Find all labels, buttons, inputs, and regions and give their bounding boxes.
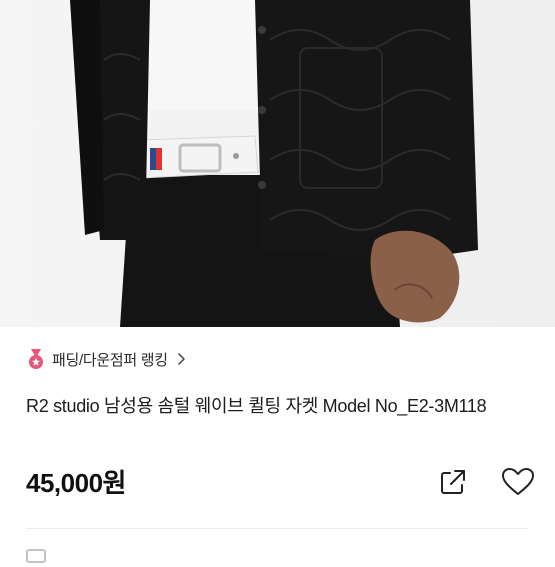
info-row bbox=[26, 545, 46, 567]
medal-icon bbox=[29, 349, 43, 369]
coupon-icon bbox=[26, 549, 46, 563]
ranking-link[interactable]: 패딩/다운점퍼 랭킹 bbox=[26, 348, 186, 370]
share-button[interactable] bbox=[437, 466, 469, 498]
jacket-photo bbox=[0, 0, 555, 327]
share-icon bbox=[441, 470, 465, 494]
product-title: R2 studio 남성용 솜털 웨이브 퀼팅 자켓 Model No_E2-3… bbox=[26, 396, 487, 416]
ranking-label: 패딩/다운점퍼 랭킹 bbox=[52, 351, 168, 369]
chevron-right-icon bbox=[177, 353, 185, 365]
like-button[interactable] bbox=[500, 466, 536, 498]
divider bbox=[26, 528, 529, 529]
product-price: 45,000원 bbox=[26, 468, 126, 498]
product-image[interactable] bbox=[0, 0, 555, 327]
heart-icon bbox=[502, 468, 534, 495]
